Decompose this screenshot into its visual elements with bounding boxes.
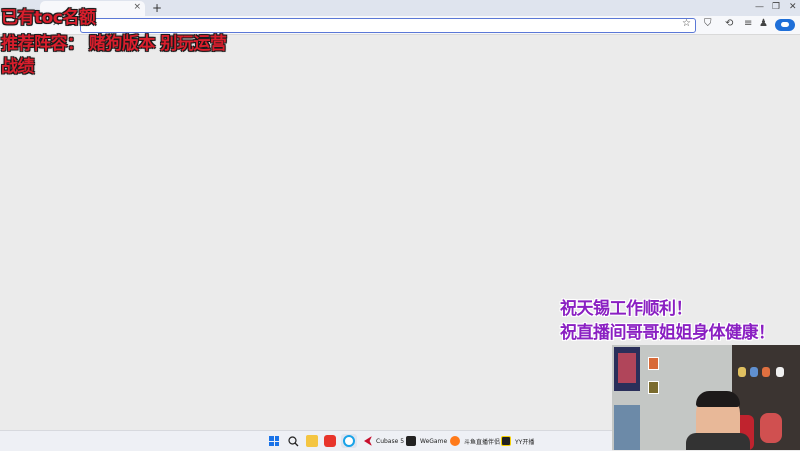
start-button[interactable] [269, 434, 279, 448]
webcam-frame [648, 381, 659, 394]
tab-close-icon[interactable]: × [133, 2, 141, 12]
profile-icon[interactable]: ♟ [759, 18, 768, 29]
webcam-figure [738, 367, 746, 377]
taskbar-yy[interactable]: YY开播 [501, 434, 534, 448]
browser-tab-strip: × + — ❐ ✕ [0, 0, 800, 16]
bookmark-star-icon[interactable]: ☆ [682, 18, 691, 29]
overlay-recommend-line: 推荐阵容： 赌狗版本 别玩运营 [1, 34, 227, 54]
yy-icon [501, 436, 511, 446]
overlay-wish-line-2: 祝直播间哥哥姐姐身体健康！ [560, 323, 775, 343]
taskbar-cubase[interactable]: Cubase 5 [364, 434, 404, 448]
webcam-streamer-body [686, 433, 750, 450]
extensions-icon[interactable]: ⛉ [704, 18, 712, 29]
webcam-plush-toy [760, 413, 782, 443]
new-tab-button[interactable]: + [152, 1, 162, 15]
windows-start-icon [269, 436, 279, 446]
webcam-figure [750, 367, 758, 377]
overlay-wish-line-1: 祝天锡工作顺利！ [560, 299, 693, 319]
taskbar-label: Cubase 5 [376, 437, 405, 445]
close-window-icon[interactable]: ✕ [789, 2, 797, 12]
webcam-mic-arm [614, 405, 640, 450]
taskbar-label: YY开播 [515, 438, 535, 446]
overlay-toc-line: 已有toc名额 [1, 8, 96, 28]
webcam-frame [648, 357, 659, 370]
taskbar-browser[interactable] [341, 434, 357, 448]
wegame-icon [406, 436, 416, 446]
overlay-record-line: 战绩 [1, 57, 35, 77]
cloud-sync-icon[interactable] [775, 19, 795, 31]
search-icon [288, 435, 299, 446]
webcam-figure [762, 367, 770, 377]
minimize-icon[interactable]: — [755, 2, 764, 12]
webcam-figure [776, 367, 784, 377]
webcam-streamer-hair [696, 391, 740, 407]
douyu-icon [450, 436, 460, 446]
cubase-icon [364, 436, 372, 446]
webcam-feed [612, 345, 800, 450]
taskbar-file-explorer[interactable] [306, 434, 318, 448]
wps-icon [324, 435, 336, 447]
taskbar: Cubase 5 WeGame 斗鱼直播伴侣 YY开播 [0, 430, 612, 451]
history-icon[interactable]: ⟲ [725, 18, 733, 29]
menu-icon[interactable]: ≡ [744, 18, 752, 29]
file-explorer-icon [306, 435, 318, 447]
taskbar-search-button[interactable] [288, 434, 299, 448]
taskbar-douyu[interactable]: 斗鱼直播伴侣 [450, 434, 500, 448]
taskbar-wps[interactable] [324, 434, 336, 448]
taskbar-label: 斗鱼直播伴侣 [464, 438, 501, 446]
taskbar-wegame[interactable]: WeGame [406, 434, 447, 448]
browser-icon [343, 435, 355, 447]
webcam-poster [614, 347, 640, 391]
restore-icon[interactable]: ❐ [772, 2, 780, 12]
taskbar-label: WeGame [420, 437, 448, 445]
